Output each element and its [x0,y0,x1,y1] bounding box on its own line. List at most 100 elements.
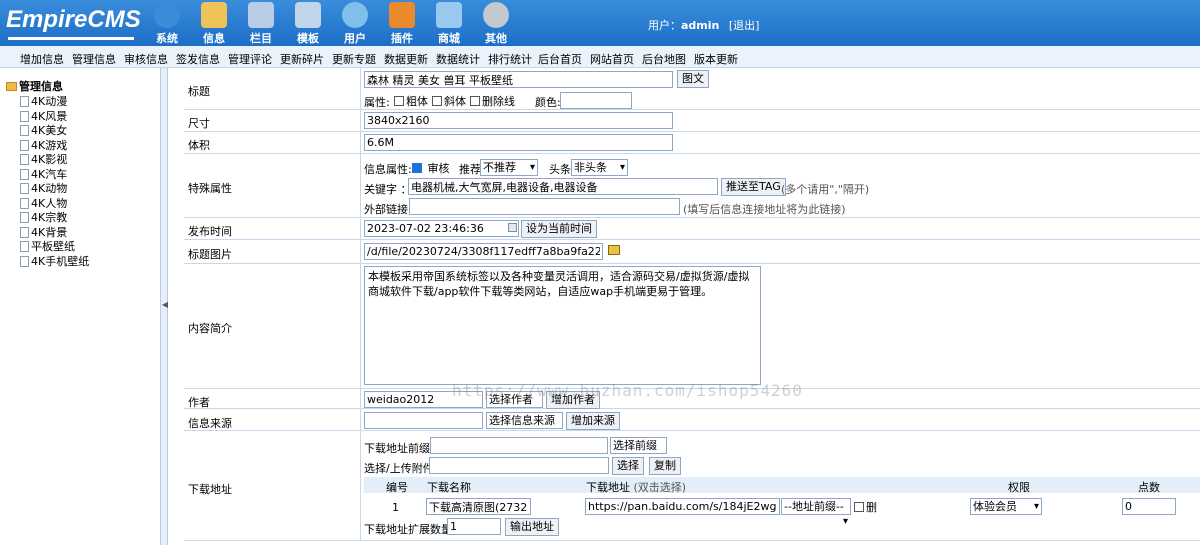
dl-url-prefix-select[interactable]: --地址前缀-- [781,498,851,515]
row-title-image: 标题图片 [184,240,1200,264]
menu-item-1[interactable]: 管理信息 [72,51,116,67]
title-image-input[interactable] [364,243,603,260]
color-input[interactable] [560,92,632,109]
top-bar: EmpireCMS 系统 信息 栏目 模板 用户 插件 商城 其他 用户：admin [退出] [0,0,1200,46]
title-input[interactable] [364,71,673,88]
italic-checkbox[interactable]: 斜体 [432,93,466,109]
volume-input[interactable] [364,134,673,151]
bold-checkbox[interactable]: 粗体 [394,93,428,109]
menu-item-5[interactable]: 更新碎片 [280,51,324,67]
review-checkbox[interactable]: 审核 [412,160,450,176]
top-nav-label: 其他 [485,32,507,45]
set-current-time-button[interactable]: 设为当前时间 [521,220,597,238]
document-icon [20,96,29,107]
date-input[interactable] [364,220,519,237]
top-nav-label: 模板 [297,32,319,45]
tree-item-label: 4K美女 [31,124,68,137]
title-image-label: 标题图片 [188,248,232,261]
size-input[interactable] [364,112,673,129]
dl-upload-input[interactable] [429,457,609,474]
menu-item-6[interactable]: 更新专题 [332,51,376,67]
logo: EmpireCMS [6,6,141,33]
strike-checkbox[interactable]: 删除线 [470,93,515,109]
menu-item-8[interactable]: 数据统计 [436,51,480,67]
folder-icon [248,2,274,28]
row-special: 特殊属性 信息属性: 审核 推荐 不推荐 头条 非头条 关键字 ： 推送至TAG… [184,154,1200,218]
dl-output-button[interactable]: 输出地址 [505,518,559,536]
document-icon [20,110,29,122]
document-icon [20,139,29,151]
document-icon [20,154,29,165]
source-label: 信息来源 [188,417,232,430]
menu-item-3[interactable]: 签发信息 [176,51,220,67]
tree-item-label: 4K动物 [31,182,68,195]
dl-prefix-select[interactable]: 选择前缀 [610,437,667,454]
calendar-icon[interactable] [508,223,517,232]
dl-choose-button[interactable]: 选择 [612,457,644,475]
date-label: 发布时间 [188,225,232,238]
dl-url-input[interactable] [585,498,780,515]
tools-icon [389,2,415,28]
headline-select[interactable]: 非头条 [571,159,628,176]
keyword-label: 关键字 ： [364,183,412,196]
top-nav-window[interactable]: 模板 [288,2,328,46]
external-link-hint: (填写后信息连接地址将为此链接) [683,203,846,216]
top-nav-label: 栏目 [250,32,272,45]
top-nav-card[interactable]: 商城 [429,2,469,46]
dl-delete-checkbox[interactable]: 删 [854,499,877,515]
tree-item-label: 平板壁纸 [31,240,75,253]
intro-textarea[interactable]: 本模板采用帝国系统标签以及各种变量灵活调用，适合源码交易/虚拟货源/虚拟商城软件… [364,266,761,385]
tree-item-label: 4K人物 [31,196,68,210]
top-nav-tools[interactable]: 插件 [382,2,422,46]
dl-name-input[interactable] [426,498,531,515]
dl-col-perm: 权限 [1008,481,1030,494]
top-nav-folder[interactable]: 栏目 [241,2,281,46]
top-nav-label: 用户 [344,32,366,45]
dl-points-input[interactable] [1122,498,1176,515]
source-input[interactable] [364,412,483,429]
top-nav-globe[interactable]: 系统 [147,2,187,46]
menu-item-2[interactable]: 审核信息 [124,51,168,67]
dl-table-header: 编号 下载名称 下载地址 (双击选择) 权限 点数 [364,477,1200,494]
headline-label: 头条 [549,163,571,176]
menu-item-13[interactable]: 版本更新 [694,51,738,67]
push-tag-button[interactable]: 推送至TAG [721,178,786,196]
external-link-input[interactable] [409,198,680,215]
keyword-input[interactable] [408,178,718,195]
document-icon [20,212,29,223]
tree-item[interactable]: 4K手机壁纸 [20,253,89,269]
menu-item-10[interactable]: 后台首页 [538,51,582,67]
document-icon [20,183,29,194]
dl-permission-select[interactable]: 体验会员 [970,498,1042,515]
top-nav-label: 信息 [203,32,225,45]
menu-item-12[interactable]: 后台地图 [642,51,686,67]
top-nav-notepad[interactable]: 信息 [194,2,234,46]
menu-item-4[interactable]: 管理评论 [228,51,272,67]
document-icon [20,255,29,267]
tree-item-label: 4K背景 [31,225,68,239]
user-icon [342,2,368,28]
source-select[interactable]: 选择信息来源 [486,412,563,429]
menu-item-7[interactable]: 数据更新 [384,51,428,67]
dl-col-points: 点数 [1138,481,1160,494]
recommend-select[interactable]: 不推荐 [480,159,538,176]
tree-root[interactable]: 管理信息 [6,78,63,94]
sidebar-splitter[interactable]: ◀ [160,68,168,545]
dl-copy-button[interactable]: 复制 [649,457,681,475]
top-nav-user[interactable]: 用户 [335,2,375,46]
top-nav-gear[interactable]: 其他 [476,2,516,46]
logout-link[interactable]: [退出] [729,19,760,32]
external-link-label: 外部链接: [364,203,412,216]
user-name: admin [681,19,720,32]
dl-prefix-input[interactable] [430,437,608,454]
menu-item-11[interactable]: 网站首页 [590,51,634,67]
image-select-icon[interactable] [608,245,620,255]
document-icon [20,125,29,136]
menu-item-9[interactable]: 排行统计 [488,51,532,67]
picture-text-button[interactable]: 图文 [677,70,709,88]
edit-form: 标题 图文 属性: 粗体 斜体 删除线 颜色: 尺寸 体积 特殊属性 信息属性:… [168,68,1200,545]
dl-ext-input[interactable] [447,518,501,535]
add-source-button[interactable]: 增加来源 [566,412,620,430]
menu-item-0[interactable]: 增加信息 [20,51,64,67]
row-download: 下载地址 下载地址前缀： 选择前缀 选择/上传附件: 选择 复制 编号 下载名称… [184,431,1200,541]
